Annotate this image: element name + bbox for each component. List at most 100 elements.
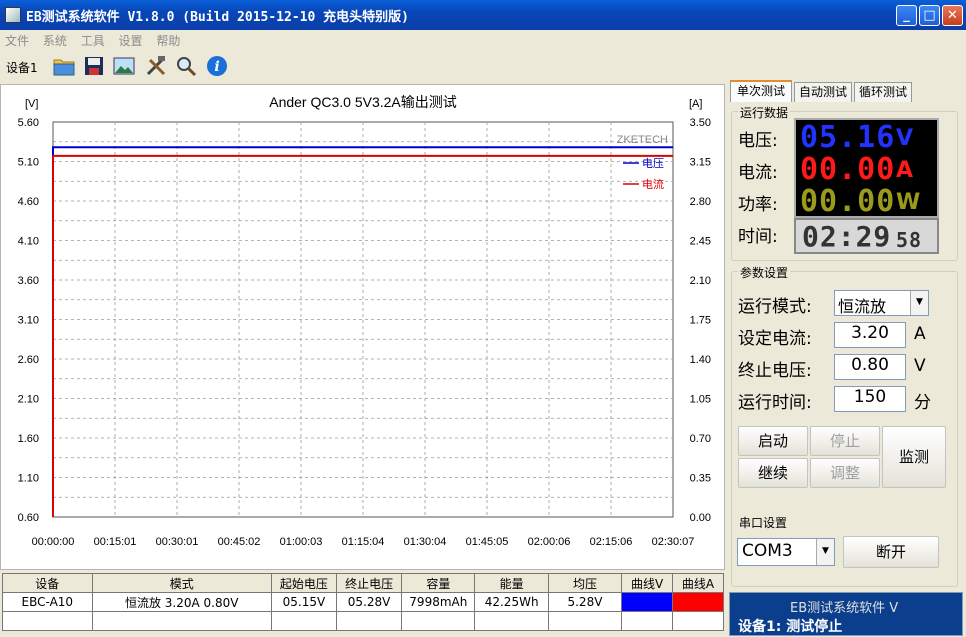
folder-icon[interactable]: [52, 54, 76, 78]
serial-group: 串口设置 COM3 ▼ 断开: [731, 514, 958, 580]
menu-file[interactable]: 文件: [0, 30, 34, 51]
tools-icon[interactable]: [144, 54, 168, 78]
chevron-down-icon[interactable]: ▼: [910, 291, 928, 315]
table-header: 曲线A: [672, 573, 724, 593]
run-data-title: 运行数据: [738, 104, 791, 121]
table-row[interactable]: EBC-A10 恒流放 3.20A 0.80V 05.15V 05.28V 79…: [2, 592, 724, 612]
serial-title: 串口设置: [737, 514, 790, 531]
toolbar: 设备1 i: [0, 50, 726, 82]
continue-button[interactable]: 继续: [738, 458, 808, 488]
y-left-tick-label: 3.60: [18, 275, 39, 287]
cell-end-voltage: 05.28V: [335, 592, 403, 612]
table-header: 设备: [2, 573, 93, 593]
cell-start-voltage: 05.15V: [270, 592, 338, 612]
x-tick-label: 00:15:01: [94, 536, 137, 548]
mode-select-value: 恒流放: [838, 297, 887, 316]
run-time-field[interactable]: 150: [834, 386, 906, 412]
y-right-tick-label: 2.80: [690, 196, 711, 208]
cell-avg-voltage: 5.28V: [547, 592, 623, 612]
y-right-tick-label: 2.45: [690, 236, 711, 248]
voltage-label: 电压:: [738, 131, 778, 151]
table-header: 均压: [547, 573, 623, 593]
voltage-unit: V: [896, 126, 914, 151]
set-current-unit: A: [914, 324, 926, 344]
y-left-tick-label: 4.10: [18, 236, 39, 248]
mode-label: 运行模式:: [738, 297, 812, 317]
status-line-2: 设备1: 测试停止: [738, 619, 843, 635]
start-button[interactable]: 启动: [738, 426, 808, 456]
y-right-tick-label: 3.50: [690, 117, 711, 129]
y-left-tick-label: 3.10: [18, 315, 39, 327]
disconnect-button[interactable]: 断开: [843, 536, 939, 568]
result-table: 设备 模式 起始电压 终止电压 容量 能量 均压 曲线V 曲线A EBC-A10…: [2, 573, 724, 631]
monitor-button[interactable]: 监测: [882, 426, 946, 488]
search-icon[interactable]: [174, 54, 198, 78]
menu-tools[interactable]: 工具: [76, 30, 110, 51]
legend-current-label: 电流: [642, 177, 664, 191]
line-chart: [V] [A] Ander QC3.0 5V3.2A输出测试 00:00:00 0…: [18, 94, 711, 548]
table-header: 终止电压: [335, 573, 403, 593]
x-tick-label: 00:45:02: [218, 536, 261, 548]
y-left-tick-label: 2.10: [18, 394, 39, 406]
minimize-button[interactable]: _: [896, 5, 917, 26]
power-label: 功率:: [738, 195, 778, 215]
port-select[interactable]: COM3 ▼: [737, 538, 835, 566]
cell-curve-v-color[interactable]: [621, 592, 674, 612]
x-tick-label: 01:15:04: [342, 536, 385, 548]
tab-loop-test[interactable]: 循环测试: [854, 82, 912, 102]
table-header: 能量: [474, 573, 549, 593]
cell-capacity: 7998mAh: [401, 592, 476, 612]
port-select-value: COM3: [742, 541, 793, 561]
y-right-tick-label: 1.40: [690, 354, 711, 366]
table-header: 容量: [401, 573, 476, 593]
time-value: 02:29: [802, 220, 892, 253]
tab-single-test[interactable]: 单次测试: [730, 80, 792, 102]
tab-auto-test[interactable]: 自动测试: [794, 82, 852, 102]
cell-mode: 恒流放 3.20A 0.80V: [91, 592, 272, 612]
save-icon[interactable]: [82, 54, 106, 78]
y-left-tick-label: 4.60: [18, 196, 39, 208]
set-current-field[interactable]: 3.20: [834, 322, 906, 348]
legend-voltage-label: 电压: [642, 157, 664, 170]
adjust-button[interactable]: 调整: [810, 458, 880, 488]
mode-select[interactable]: 恒流放 ▼: [834, 290, 929, 316]
image-icon[interactable]: [112, 54, 136, 78]
close-button[interactable]: ✕: [942, 5, 963, 26]
table-header: 曲线V: [621, 573, 674, 593]
time-display: 02:29 58: [794, 218, 939, 254]
power-value: 00.00: [800, 184, 896, 219]
menu-settings[interactable]: 设置: [114, 30, 148, 51]
time-label: 时间:: [738, 227, 778, 247]
current-series-line: [52, 154, 673, 517]
window-title: EB测试系统软件 V1.8.0 (Build 2015-12-10 充电头特别版…: [26, 10, 409, 25]
menu-help[interactable]: 帮助: [151, 30, 185, 51]
cutoff-voltage-label: 终止电压:: [738, 361, 812, 381]
x-tick-label: 01:30:04: [404, 536, 447, 548]
chart-watermark: ZKETECH: [617, 134, 668, 146]
time-seconds: 58: [896, 228, 923, 252]
cell-device: EBC-A10: [2, 592, 93, 612]
y-right-tick-label: 3.15: [690, 157, 711, 169]
maximize-button[interactable]: □: [919, 5, 940, 26]
menu-bar: 文件 系统 工具 设置 帮助: [0, 30, 966, 50]
run-data-group: 运行数据 电压: 电流: 功率: 时间: 05.16 V 00.00 A 00.…: [731, 104, 958, 261]
y-left-tick-label: 2.60: [18, 354, 39, 366]
y-right-tick-label: 0.35: [690, 473, 711, 485]
chart-title: Ander QC3.0 5V3.2A输出测试: [269, 94, 457, 110]
status-box: EB测试系统软件 V 设备1: 测试停止: [729, 592, 963, 636]
y-left-tick-label: 1.10: [18, 473, 39, 485]
stop-button[interactable]: 停止: [810, 426, 880, 456]
y-left-tick-label: 0.60: [18, 512, 39, 524]
device-tab[interactable]: 设备1: [6, 59, 38, 76]
cell-curve-a-color[interactable]: [672, 592, 724, 612]
table-empty-row: [2, 611, 724, 631]
chevron-down-icon[interactable]: ▼: [816, 539, 834, 565]
menu-system[interactable]: 系统: [38, 30, 72, 51]
info-icon[interactable]: i: [205, 54, 229, 78]
x-tick-label: 01:45:05: [466, 536, 509, 548]
y-right-tick-label: 0.00: [690, 512, 711, 524]
cutoff-voltage-field[interactable]: 0.80: [834, 354, 906, 380]
y-right-tick-label: 2.10: [690, 275, 711, 287]
power-unit: W: [896, 190, 921, 215]
table-header-row: 设备 模式 起始电压 终止电压 容量 能量 均压 曲线V 曲线A: [2, 573, 724, 593]
